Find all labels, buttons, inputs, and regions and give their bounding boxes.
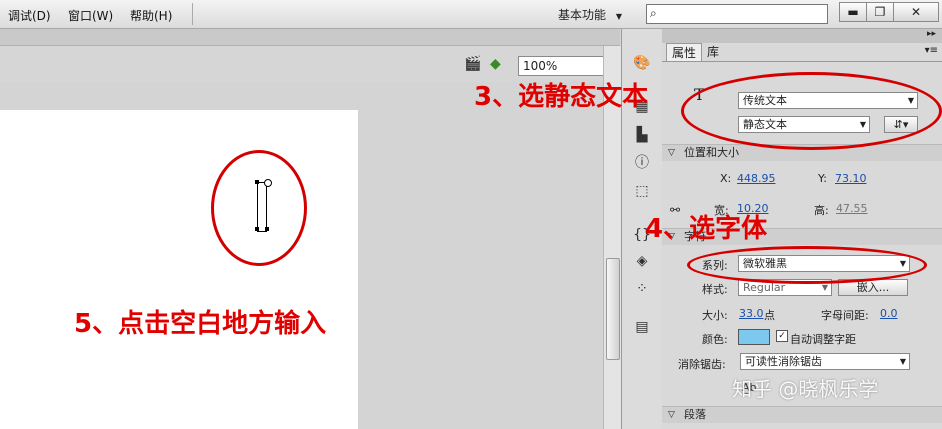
motion-presets-icon[interactable]: ⁘ — [633, 281, 651, 297]
height-label: 高: — [814, 204, 829, 217]
components-icon[interactable]: ◈ — [633, 253, 651, 269]
transform-icon[interactable]: ⬚ — [633, 183, 651, 199]
style-label: 样式: — [702, 283, 728, 296]
workspace-label: 基本功能 — [558, 8, 607, 22]
height-value: 47.55 — [836, 202, 868, 215]
annotation-ring-text-type — [681, 72, 942, 150]
align-icon[interactable]: ▙ — [633, 127, 651, 143]
zoom-value: 100% — [523, 59, 558, 73]
annotation-step5: 5、点击空白地方输入 — [74, 309, 327, 339]
stage-area[interactable] — [0, 82, 603, 429]
tab-properties[interactable]: 属性 — [666, 43, 703, 62]
close-button[interactable]: ✕ — [893, 2, 939, 22]
workspace-switcher[interactable]: 基本功能 ▼ — [558, 6, 622, 23]
size-label: 大小: — [702, 309, 728, 322]
minimize-button[interactable]: ▬ — [839, 2, 867, 22]
section-title: 位置和大小 — [684, 146, 739, 159]
antialias-select[interactable]: 可读性消除锯齿 ▼ — [740, 353, 910, 370]
x-label: X: — [720, 172, 732, 185]
section-title: 段落 — [684, 408, 706, 421]
menu-bar: 调试(D) 窗口(W) 帮助(H) 基本功能 ▼ ⌕ ▬ ❐ ✕ — [0, 0, 942, 29]
stage-canvas[interactable] — [0, 110, 358, 429]
text-color-swatch[interactable] — [738, 329, 770, 345]
history-icon[interactable]: ▤ — [633, 319, 651, 335]
tab-divider — [662, 61, 942, 62]
collapse-triangle-icon: ▽ — [668, 410, 675, 420]
info-icon[interactable]: ⓘ — [633, 155, 651, 171]
annotation-ring-font — [687, 246, 927, 284]
chevron-down-icon: ▼ — [615, 12, 622, 21]
color-label: 颜色: — [702, 333, 728, 346]
annotation-ring-stage — [211, 150, 307, 266]
watermark: 知乎 @晓枫乐学 — [732, 377, 879, 401]
menu-divider — [192, 3, 193, 25]
edit-scene-icon[interactable]: 🎬 — [464, 56, 481, 72]
search-icon: ⌕ — [650, 6, 657, 20]
panel-menu-icon[interactable]: ▾≡ — [925, 45, 938, 56]
antialias-value: 可读性消除锯齿 — [745, 355, 822, 368]
document-tab-bar — [0, 29, 620, 46]
antialias-label: 消除锯齿: — [678, 358, 726, 371]
annotation-step3: 3、选静态文本 — [474, 82, 649, 112]
letter-spacing-value[interactable]: 0.0 — [880, 307, 898, 320]
y-value[interactable]: 73.10 — [835, 172, 867, 185]
collapse-icon[interactable]: ▸▸ — [927, 29, 936, 39]
letter-spacing-label: 字母间距: — [821, 309, 869, 322]
annotation-step4: 4、选字体 — [645, 214, 768, 244]
menu-debug[interactable]: 调试(D) — [8, 7, 51, 24]
menu-window[interactable]: 窗口(W) — [68, 7, 113, 24]
size-unit: 点 — [764, 309, 775, 322]
tab-library[interactable]: 库 — [702, 43, 724, 61]
color-palette-icon[interactable]: 🎨 — [633, 55, 651, 71]
auto-kern-label: 自动调整字距 — [790, 333, 856, 346]
auto-kern-checkbox[interactable]: ✓ — [776, 330, 788, 342]
edit-symbol-icon[interactable]: ◆ — [490, 56, 501, 72]
collapse-triangle-icon: ▽ — [668, 148, 675, 158]
scrollbar-thumb[interactable] — [606, 258, 620, 360]
section-paragraph[interactable]: ▽ 段落 — [662, 406, 942, 423]
search-input[interactable]: ⌕ — [646, 4, 828, 24]
y-label: Y: — [818, 172, 827, 185]
menu-help[interactable]: 帮助(H) — [130, 7, 172, 24]
chevron-down-icon: ▼ — [899, 357, 906, 366]
size-value[interactable]: 33.0 — [739, 307, 764, 320]
x-value[interactable]: 448.95 — [737, 172, 776, 185]
restore-button[interactable]: ❐ — [866, 2, 894, 22]
panel-header: ▸▸ — [662, 29, 942, 43]
